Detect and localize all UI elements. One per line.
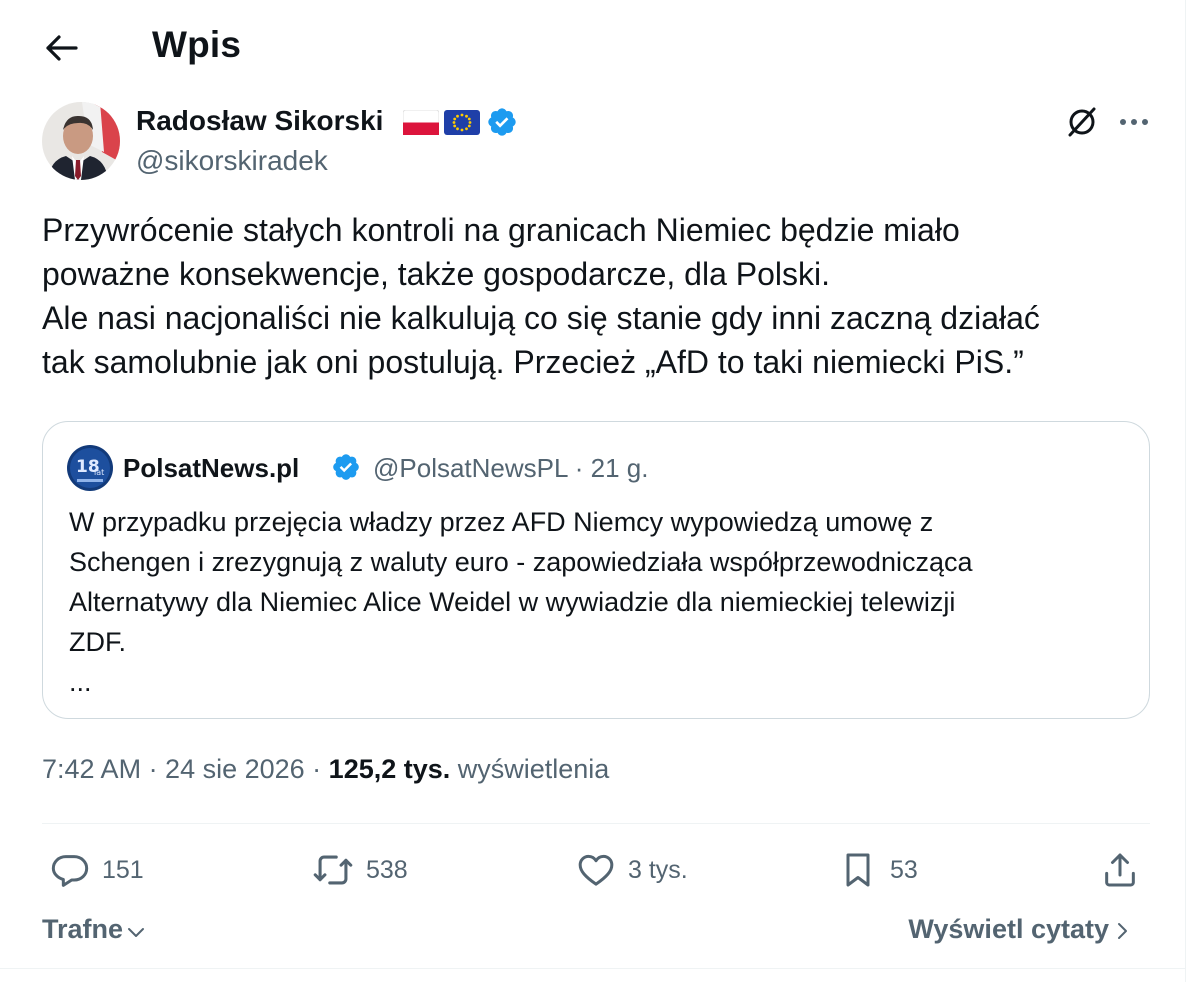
quote-author-name: PolsatNews.pl xyxy=(123,453,300,483)
bottom-divider xyxy=(0,968,1186,969)
reply-button[interactable]: 151 xyxy=(50,846,144,894)
grok-button[interactable] xyxy=(1060,100,1104,144)
like-count: 3 tys. xyxy=(628,855,688,884)
poland-flag-icon xyxy=(403,110,439,135)
like-button[interactable]: 3 tys. xyxy=(576,846,688,894)
quote-line: ... xyxy=(69,667,92,697)
bookmark-icon xyxy=(846,853,870,887)
author-name[interactable]: Radosław Sikorski xyxy=(136,105,383,137)
quote-line: W przypadku przejęcia władzy przez AFD N… xyxy=(69,507,934,537)
views-label: wyświetlenia xyxy=(450,754,610,784)
view-quotes-label: Wyświetl cytaty xyxy=(908,914,1109,944)
svg-text:lat: lat xyxy=(94,468,104,477)
verified-badge-icon xyxy=(333,454,359,480)
author-handle[interactable]: @sikorskiradek xyxy=(136,145,328,177)
author-avatar[interactable] xyxy=(42,102,120,180)
tweet-line: poważne konsekwencje, także gospodarcze,… xyxy=(42,256,830,292)
back-button[interactable] xyxy=(40,28,84,68)
bookmark-button[interactable]: 53 xyxy=(838,846,918,894)
view-quotes-link[interactable]: Wyświetl cytaty xyxy=(908,914,1131,945)
quote-text: W przypadku przejęcia władzy przez AFD N… xyxy=(69,502,1129,702)
more-options-button[interactable] xyxy=(1112,100,1156,144)
quoted-tweet-card[interactable]: 18 lat PolsatNews.pl @PolsatNewsPL · 21 … xyxy=(42,421,1150,719)
quote-line: Alternatywy dla Niemiec Alice Weidel w w… xyxy=(69,587,956,617)
post-meta: 7:42 AM · 24 sie 2026 · 125,2 tys. wyświ… xyxy=(42,754,609,785)
quote-line: ZDF. xyxy=(69,627,126,657)
views-count: 125,2 tys. xyxy=(328,754,451,784)
repost-button[interactable]: 538 xyxy=(312,846,408,894)
quote-avatar: 18 lat xyxy=(67,445,113,491)
heart-icon xyxy=(578,854,614,886)
arrow-left-icon xyxy=(46,35,78,61)
repost-count: 538 xyxy=(366,855,408,884)
polsat-logo-icon: 18 lat xyxy=(67,445,113,491)
page-title: Wpis xyxy=(152,24,242,65)
reply-icon xyxy=(51,855,89,887)
bookmark-count: 53 xyxy=(890,855,918,884)
more-dots-icon xyxy=(1120,119,1148,125)
chevron-right-icon xyxy=(1118,923,1127,939)
eu-flag-icon xyxy=(444,110,480,135)
sort-label: Trafne xyxy=(42,914,124,944)
replies-sort-dropdown[interactable]: Trafne xyxy=(42,914,146,945)
post-detail-page: Wpis Radosław Sikorski @sikorskiradek Pr… xyxy=(0,0,1186,982)
chevron-down-icon xyxy=(128,927,145,937)
quote-handle-time: @PolsatNewsPL · 21 g. xyxy=(373,453,649,483)
top-bar: Wpis xyxy=(0,0,1186,92)
divider xyxy=(42,823,1150,824)
post-time-date[interactable]: 7:42 AM · 24 sie 2026 · xyxy=(42,754,329,784)
tweet-line: Ale nasi nacjonaliści nie kalkulują co s… xyxy=(42,300,1040,336)
tweet-line: Przywrócenie stałych kontroli na granica… xyxy=(42,212,960,248)
tweet-text: Przywrócenie stałych kontroli na granica… xyxy=(42,208,1152,384)
grok-icon xyxy=(1068,107,1096,137)
repost-icon xyxy=(313,855,353,885)
share-button[interactable] xyxy=(1100,846,1140,894)
quote-line: Schengen i zrezygnują z waluty euro - za… xyxy=(69,547,973,577)
tweet-line: tak samolubnie jak oni postulują. Przeci… xyxy=(42,344,1024,380)
share-icon xyxy=(1105,853,1135,887)
author-photo xyxy=(42,102,120,180)
verified-badge-icon[interactable] xyxy=(486,106,518,138)
reply-count: 151 xyxy=(102,855,144,884)
